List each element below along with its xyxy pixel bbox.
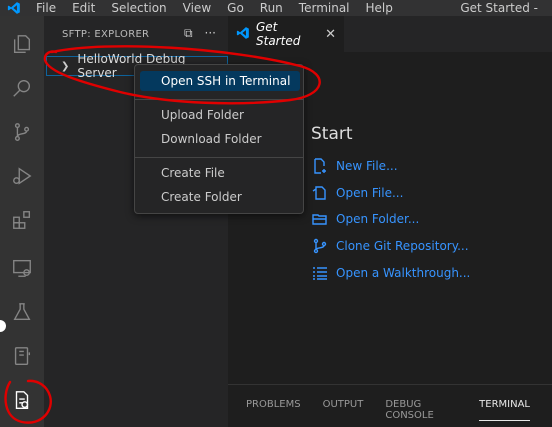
tab-get-started[interactable]: Get Started ✕ [228,16,344,52]
menu-edit[interactable]: Edit [64,0,103,16]
menu-bar: File Edit Selection View Go Run Terminal… [0,0,552,16]
folder-icon [312,214,327,225]
vscode-tab-icon [236,26,250,43]
menu-file[interactable]: File [28,0,64,16]
menu-separator [135,157,303,158]
new-file-link[interactable]: New File... [312,158,398,174]
menu-terminal[interactable]: Terminal [291,0,358,16]
tab-terminal[interactable]: TERMINAL [479,399,530,421]
clone-git-link[interactable]: Clone Git Repository... [312,238,469,254]
menu-item-create-folder[interactable]: Create Folder [140,187,300,207]
menu-go[interactable]: Go [219,0,252,16]
menu-selection[interactable]: Selection [103,0,174,16]
editor-tabs: Get Started ✕ [228,16,552,52]
search-icon[interactable] [8,74,36,102]
window-title: Get Started - [460,1,538,15]
notebook-icon[interactable] [8,342,36,370]
menu-item-open-ssh-terminal[interactable]: Open SSH in Terminal [140,71,300,91]
vscode-logo-icon [0,0,28,16]
sftp-icon[interactable] [8,386,36,414]
menu-help[interactable]: Help [358,0,401,16]
explorer-icon[interactable] [8,30,36,58]
more-actions-icon[interactable]: ··· [205,26,216,41]
checklist-icon [313,267,327,280]
menu-view[interactable]: View [175,0,219,16]
tab-debug-console[interactable]: DEBUG CONSOLE [385,399,457,421]
run-debug-icon[interactable] [8,162,36,190]
tab-output[interactable]: OUTPUT [323,399,364,421]
menu-item-upload-folder[interactable]: Upload Folder [140,105,300,125]
start-heading: Start [311,124,353,144]
open-file-link[interactable]: Open File... [312,185,403,201]
new-file-icon [314,158,326,174]
menu-item-create-file[interactable]: Create File [140,163,300,183]
close-icon[interactable]: ✕ [325,27,336,42]
menu-separator [135,99,303,100]
activity-bar [0,16,44,427]
panel-tabs: PROBLEMS OUTPUT DEBUG CONSOLE TERMINAL [228,385,552,421]
open-folder-link[interactable]: Open Folder... [312,211,419,227]
collapse-all-icon[interactable]: ⧉ [184,26,193,41]
remote-explorer-icon[interactable] [8,254,36,282]
open-file-icon [312,186,326,200]
menu-run[interactable]: Run [252,0,291,16]
testing-icon[interactable] [8,298,36,326]
menu-item-download-folder[interactable]: Download Folder [140,129,300,149]
chevron-right-icon[interactable]: ❯ [61,61,69,72]
extensions-icon[interactable] [8,206,36,234]
sidebar-actions: ⧉ ··· [184,26,216,41]
context-menu: Open SSH in Terminal Upload Folder Downl… [134,64,304,214]
walkthrough-link[interactable]: Open a Walkthrough... [312,265,470,281]
git-icon [313,238,327,254]
tab-label: Get Started [256,20,301,48]
source-control-icon[interactable] [8,118,36,146]
bottom-panel: PROBLEMS OUTPUT DEBUG CONSOLE TERMINAL [228,384,552,427]
tab-problems[interactable]: PROBLEMS [246,399,301,421]
